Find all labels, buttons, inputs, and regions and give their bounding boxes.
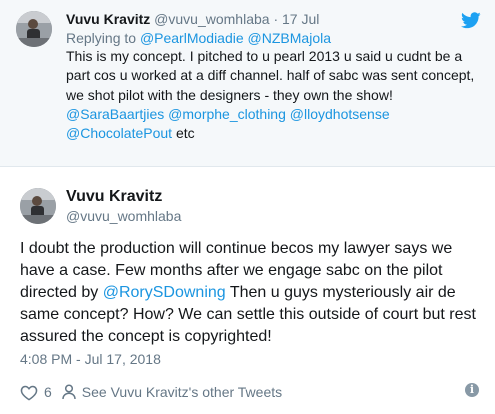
parent-tweet[interactable]: Vuvu Kravitz @vuvu_womhlaba · 17 Jul Rep…	[0, 0, 495, 167]
see-other-tweets-link[interactable]: See Vuvu Kravitz's other Tweets	[82, 384, 282, 400]
replying-to-prefix: Replying to	[66, 30, 140, 46]
info-icon[interactable]: i	[465, 383, 479, 397]
parent-author-handle[interactable]: @vuvu_womhlaba	[154, 11, 269, 27]
author-avatar[interactable]	[20, 188, 56, 224]
parent-avatar[interactable]	[16, 11, 52, 47]
tweet-text: I doubt the production will continue bec…	[20, 238, 490, 348]
author-name[interactable]: Vuvu Kravitz	[66, 187, 162, 207]
tweet-timestamp[interactable]: 4:08 PM - Jul 17, 2018	[20, 350, 161, 368]
mention-link[interactable]: @SaraBaartjies	[66, 106, 164, 122]
mention-link[interactable]: @ChocolatePout	[66, 125, 172, 141]
parent-author-name[interactable]: Vuvu Kravitz	[66, 11, 150, 27]
replying-to-line: Replying to @PearlModiadie @NZBMajola	[66, 29, 331, 47]
heart-icon[interactable]	[20, 384, 38, 401]
tweet-actions: 6 See Vuvu Kravitz's other Tweets	[20, 381, 282, 403]
mention-link[interactable]: @lloydhotsense	[290, 106, 390, 122]
parent-tweet-text: This is my concept. I pitched to u pearl…	[66, 47, 486, 143]
author-handle[interactable]: @vuvu_womhlaba	[66, 207, 181, 225]
mention-link[interactable]: @morphe_clothing	[168, 106, 286, 122]
twitter-bird-icon[interactable]	[461, 12, 481, 30]
separator-dot: ·	[273, 11, 279, 27]
mention-link[interactable]: @PearlModiadie	[140, 30, 244, 46]
like-count[interactable]: 6	[44, 384, 52, 400]
mention-link[interactable]: @NZBMajola	[248, 30, 331, 46]
person-icon	[62, 384, 76, 400]
parent-text-body: This is my concept. I pitched to u pearl…	[66, 48, 475, 103]
parent-date[interactable]: 17 Jul	[282, 11, 319, 27]
parent-header: Vuvu Kravitz @vuvu_womhlaba · 17 Jul	[66, 10, 319, 28]
parent-text-suffix: etc	[172, 125, 195, 142]
embedded-tweet-card: Vuvu Kravitz @vuvu_womhlaba · 17 Jul Rep…	[0, 0, 495, 414]
mention-link[interactable]: @RorySDowning	[103, 284, 226, 301]
